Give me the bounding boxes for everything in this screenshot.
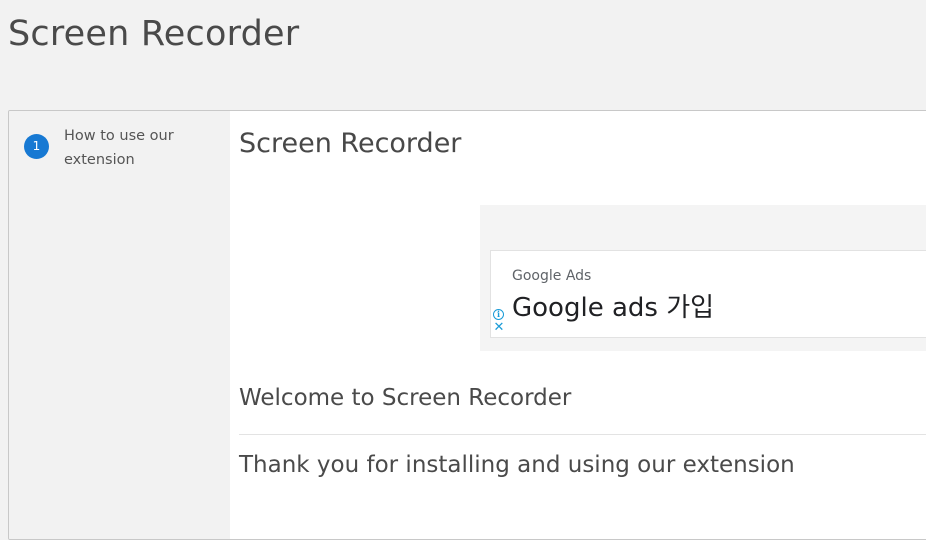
content-area: Screen Recorder Google Ads Google ads 가입… [230, 111, 926, 539]
ad-headline-link[interactable]: Google ads 가입 [512, 287, 714, 324]
thank-you-text: Thank you for installing and using our e… [239, 452, 795, 478]
step-number-badge: 1 [24, 134, 49, 159]
step-item-how-to-use[interactable]: 1 How to use our extension [24, 124, 224, 176]
ad-frame: Google Ads Google ads 가입 i ✕ [480, 205, 926, 351]
close-icon[interactable]: ✕ [493, 321, 505, 334]
welcome-heading: Welcome to Screen Recorder [239, 385, 572, 411]
ad-label: Google Ads [512, 268, 592, 284]
steps-sidebar: 1 How to use our extension [9, 111, 230, 539]
step-label: How to use our extension [64, 128, 174, 168]
main-panel: 1 How to use our extension Screen Record… [8, 110, 926, 540]
page-title: Screen Recorder [8, 14, 300, 54]
divider [239, 434, 926, 435]
info-icon[interactable]: i [493, 309, 504, 320]
content-title: Screen Recorder [239, 128, 462, 159]
ad-card[interactable]: Google Ads Google ads 가입 i ✕ [490, 250, 926, 338]
